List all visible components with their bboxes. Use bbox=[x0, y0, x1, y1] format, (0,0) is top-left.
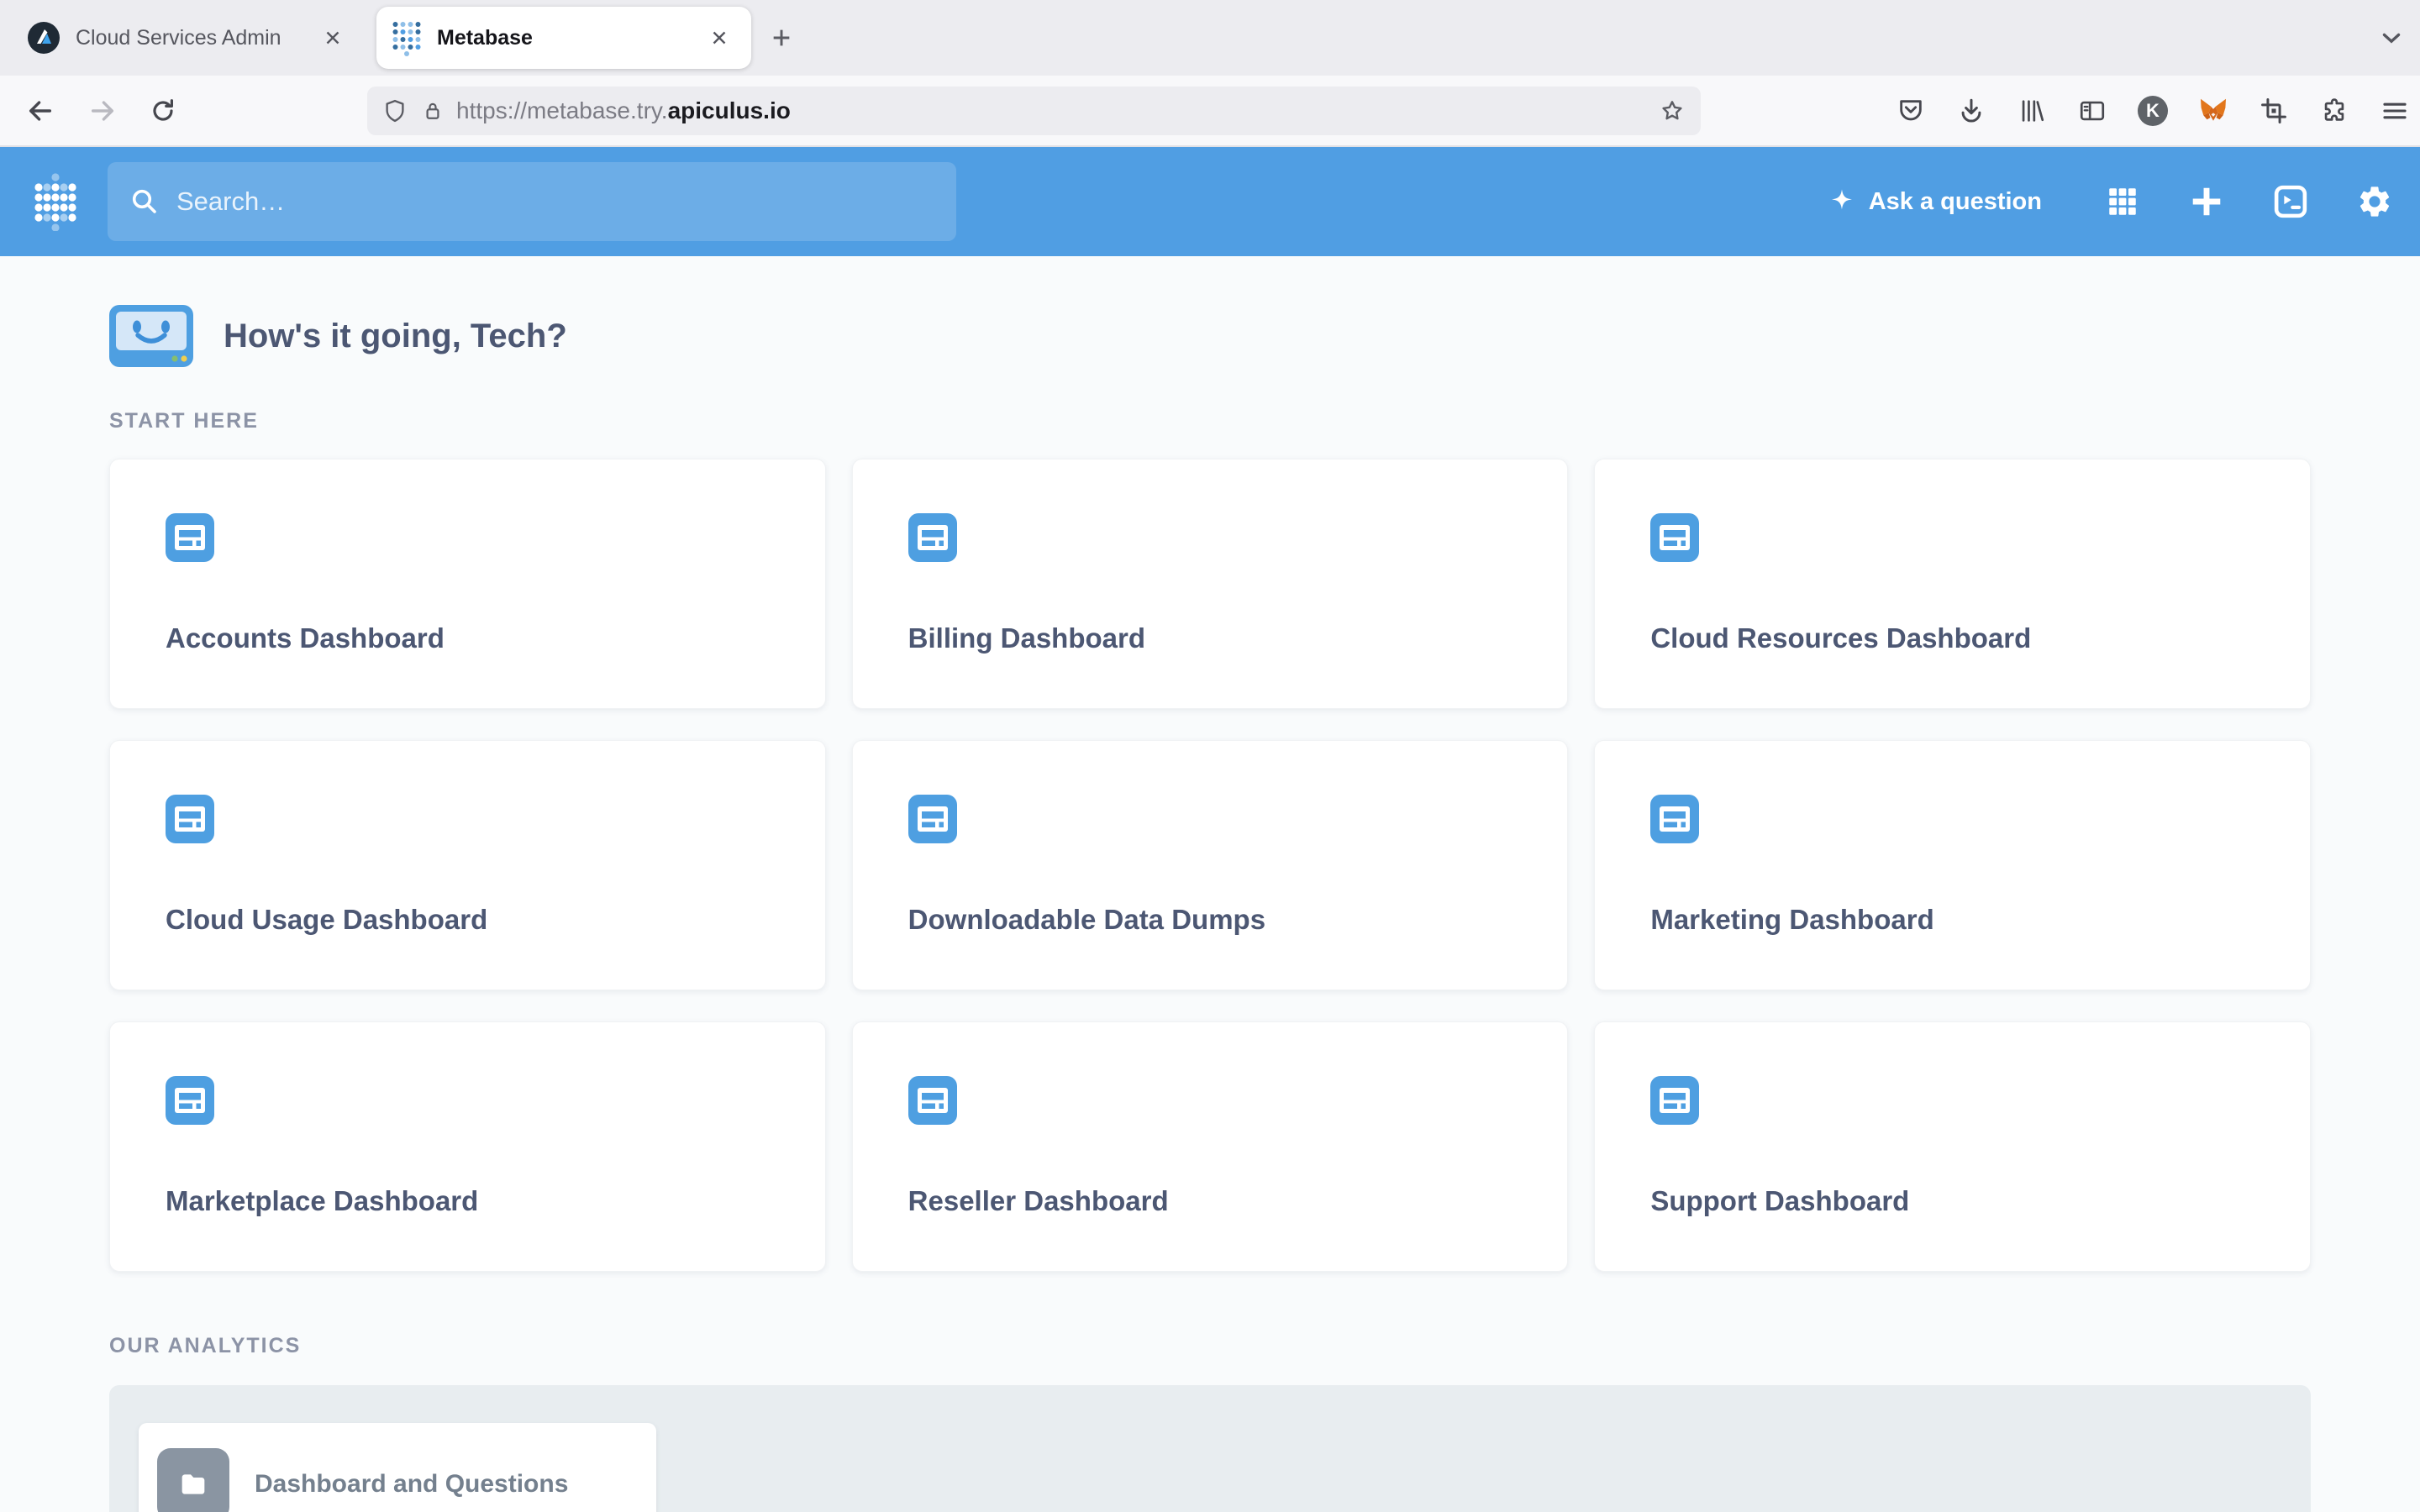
collection-title: Dashboard and Questions bbox=[255, 1470, 569, 1498]
browse-grid-icon[interactable] bbox=[2102, 181, 2143, 222]
dashboard-card[interactable]: Cloud Resources Dashboard bbox=[1594, 459, 2311, 709]
metabot-face-icon bbox=[109, 305, 193, 367]
dashboard-card-title: Marketing Dashboard bbox=[1650, 904, 1934, 935]
ask-a-question-button[interactable]: Ask a question bbox=[1828, 188, 2042, 216]
collection-row: Dashboard and Questions bbox=[157, 1448, 568, 1512]
dashboard-card[interactable]: Billing Dashboard bbox=[851, 459, 1569, 709]
search-input[interactable] bbox=[176, 186, 934, 217]
apiculus-favicon-icon bbox=[27, 21, 60, 55]
settings-gear-icon[interactable] bbox=[2354, 181, 2395, 222]
metabase-favicon-icon bbox=[392, 19, 422, 56]
reload-button[interactable] bbox=[148, 96, 178, 126]
lock-icon[interactable] bbox=[421, 99, 445, 123]
folder-icon bbox=[157, 1448, 229, 1512]
list-all-tabs-icon[interactable] bbox=[2375, 21, 2408, 55]
dashboard-icon bbox=[908, 795, 957, 843]
dashboard-card-title: Cloud Usage Dashboard bbox=[166, 904, 488, 935]
dashboard-card[interactable]: Support Dashboard bbox=[1594, 1021, 2311, 1272]
home-page: How's it going, Tech? START HERE Account… bbox=[0, 305, 2420, 1512]
dashboard-card[interactable]: Marketplace Dashboard bbox=[109, 1021, 826, 1272]
sparkle-icon bbox=[1831, 189, 1852, 210]
dashboard-card-title: Cloud Resources Dashboard bbox=[1650, 622, 2032, 654]
browser-tab-bar: Cloud Services Admin Metabase bbox=[0, 0, 2420, 76]
downloads-icon[interactable] bbox=[1956, 96, 1986, 126]
bookmark-star-icon[interactable] bbox=[1659, 97, 1686, 124]
tab-metabase[interactable]: Metabase bbox=[376, 7, 751, 69]
sql-editor-icon[interactable] bbox=[2270, 181, 2311, 222]
forward-button[interactable] bbox=[87, 96, 118, 126]
tab-title: Metabase bbox=[437, 25, 533, 50]
dashboard-card-title: Accounts Dashboard bbox=[166, 622, 445, 654]
dashboard-card-grid: Accounts Dashboard Billing Dashboard Clo… bbox=[109, 459, 2311, 1272]
dashboard-icon bbox=[908, 513, 957, 562]
dashboard-card[interactable]: Accounts Dashboard bbox=[109, 459, 826, 709]
back-button[interactable] bbox=[25, 96, 55, 126]
our-analytics-panel: Dashboard and Questions bbox=[109, 1385, 2311, 1512]
dashboard-icon bbox=[166, 513, 214, 562]
dashboard-icon bbox=[908, 1076, 957, 1125]
tab-title: Cloud Services Admin bbox=[76, 25, 281, 50]
dashboard-card-title: Reseller Dashboard bbox=[908, 1185, 1169, 1216]
dashboard-icon bbox=[1650, 513, 1700, 562]
start-here-label: START HERE bbox=[109, 409, 259, 433]
extensions-puzzle-icon[interactable] bbox=[2319, 96, 2349, 126]
dashboard-icon bbox=[166, 795, 214, 843]
close-tab-icon[interactable] bbox=[702, 21, 736, 55]
greeting-row: How's it going, Tech? bbox=[109, 305, 2311, 367]
new-tab-button[interactable] bbox=[765, 21, 798, 55]
dashboard-card[interactable]: Cloud Usage Dashboard bbox=[109, 740, 826, 990]
dashboard-card[interactable]: Reseller Dashboard bbox=[851, 1021, 1569, 1272]
hamburger-menu-icon[interactable] bbox=[2380, 96, 2410, 126]
header-actions: Ask a question bbox=[1828, 181, 2395, 222]
metamask-fox-icon[interactable] bbox=[2198, 96, 2228, 126]
new-item-plus-icon[interactable] bbox=[2186, 181, 2227, 222]
metabase-app-header: Ask a question bbox=[0, 147, 2420, 256]
dashboard-icon bbox=[1650, 795, 1700, 843]
keplr-extension-icon[interactable]: K bbox=[2138, 96, 2168, 126]
dashboard-icon bbox=[166, 1076, 214, 1125]
library-icon[interactable] bbox=[2017, 96, 2047, 126]
dashboard-card-title: Support Dashboard bbox=[1650, 1185, 1910, 1216]
search-icon bbox=[129, 186, 160, 217]
dashboard-card-title: Downloadable Data Dumps bbox=[908, 904, 1266, 935]
metabase-logo-icon[interactable] bbox=[34, 172, 77, 231]
search-bar[interactable] bbox=[108, 162, 956, 241]
url-text: https://metabase.try.apiculus.io bbox=[456, 97, 791, 123]
dashboard-card[interactable]: Downloadable Data Dumps bbox=[851, 740, 1569, 990]
dashboard-icon bbox=[1650, 1076, 1700, 1125]
tracking-protection-shield-icon[interactable] bbox=[382, 98, 408, 123]
dashboard-card-title: Marketplace Dashboard bbox=[166, 1185, 479, 1216]
greeting-title: How's it going, Tech? bbox=[224, 317, 567, 354]
our-analytics-label: OUR ANALYTICS bbox=[109, 1334, 302, 1357]
url-bar[interactable]: https://metabase.try.apiculus.io bbox=[367, 87, 1701, 135]
dashboard-card[interactable]: Marketing Dashboard bbox=[1594, 740, 2311, 990]
toolbar-extensions: K bbox=[1896, 96, 2410, 126]
tab-cloud-services-admin[interactable]: Cloud Services Admin bbox=[12, 7, 365, 69]
dashboard-card-title: Billing Dashboard bbox=[908, 622, 1146, 654]
screenshot-crop-icon[interactable] bbox=[2259, 96, 2289, 126]
sidebar-toggle-icon[interactable] bbox=[2077, 96, 2107, 126]
collection-card[interactable]: Dashboard and Questions bbox=[139, 1423, 656, 1512]
browser-nav-bar: https://metabase.try.apiculus.io K bbox=[0, 76, 2420, 147]
close-tab-icon[interactable] bbox=[316, 21, 350, 55]
pocket-icon[interactable] bbox=[1896, 96, 1926, 126]
